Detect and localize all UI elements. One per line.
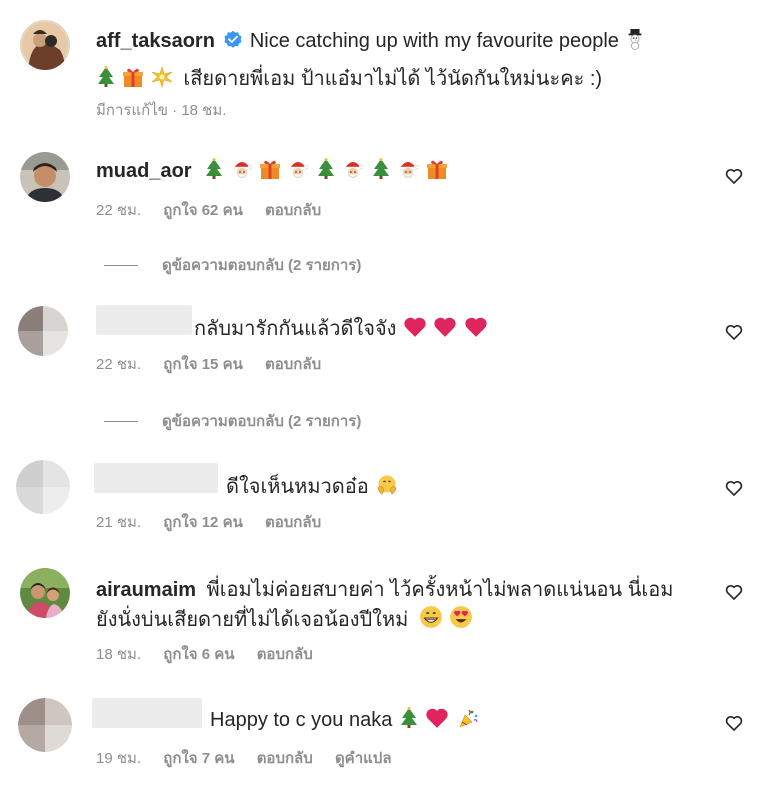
comment-time: 18 ชม. [96,646,142,663]
comment-text: Happy to c you naka [210,709,393,731]
comment-time: 22 ชม. [96,356,142,373]
comment-text-line2: ยังนั่งบ่นเสียดายที่ไม่ได้เจอน้องปีใหม่ [96,609,409,631]
comment-meta: 22 ชม. ถูกใจ 15 คน ตอบกลับ [96,352,339,376]
comment-avatar[interactable] [18,698,72,752]
red-heart-emoji-icon [433,316,457,338]
red-heart-emoji-icon [464,316,488,338]
caption-meta: มีการแก้ไข · 18 ชม. [96,102,227,119]
tree-emoji-icon [399,707,419,729]
comment-avatar[interactable] [18,306,68,356]
caption-username[interactable]: aff_taksaorn [96,30,215,52]
heart-outline-icon[interactable] [724,582,744,602]
heart-outline-icon[interactable] [724,166,744,186]
view-replies-label: ดูข้อความตอบกลับ (2 รายการ) [162,413,362,430]
santa-emoji-icon [397,158,419,180]
tree-emoji-icon [204,158,224,180]
heart-outline-icon[interactable] [724,478,744,498]
caption-avatar[interactable] [20,20,70,70]
hugging-face-emoji-icon [375,474,399,496]
gift-emoji-icon [122,66,144,88]
translate-button[interactable]: ดูคำแปล [335,750,392,767]
comment-text-line1: พี่เอมไม่ค่อยสบายค่า ไว้ครั้งหน้าไม่พลาด… [206,579,674,601]
reply-button[interactable]: ตอบกลับ [265,202,321,219]
blurred-username [94,463,218,493]
gift-emoji-icon [426,158,448,180]
reply-button[interactable]: ตอบกลับ [257,750,313,767]
verified-badge-icon [223,30,243,55]
comment-avatar[interactable] [16,460,70,514]
comment-meta: 21 ชม. ถูกใจ 12 คน ตอบกลับ [96,510,339,534]
grinning-face-emoji-icon [419,605,443,629]
comment-meta: 18 ชม. ถูกใจ 6 คน ตอบกลับ [96,642,331,666]
reply-button[interactable]: ตอบกลับ [265,514,321,531]
comment-likes[interactable]: ถูกใจ 6 คน [163,646,234,663]
comment-meta: 19 ชม. ถูกใจ 7 คน ตอบกลับ ดูคำแปล [96,746,410,770]
comment-meta: 22 ชม. ถูกใจ 62 คน ตอบกลับ [96,198,339,222]
heart-eyes-emoji-icon [449,605,473,629]
comment-avatar[interactable] [20,152,70,202]
tree-emoji-icon [96,66,116,88]
party-popper-emoji-icon [456,707,480,729]
caption-text-line2: เสียดายพี่เอม ป้าแอ๋มาไม่ได้ ไว้นัดกันให… [183,68,603,90]
reply-button[interactable]: ตอบกลับ [265,356,321,373]
comment-time: 22 ชม. [96,202,142,219]
comment-likes[interactable]: ถูกใจ 15 คน [163,356,243,373]
heart-outline-icon[interactable] [724,322,744,342]
comment-time: 19 ชม. [96,750,142,767]
santa-emoji-icon [231,158,253,180]
tree-emoji-icon [316,158,336,180]
comment-username[interactable]: airaumaim [96,579,196,601]
comment-likes[interactable]: ถูกใจ 7 คน [163,750,234,767]
comment-text: ดีใจเห็นหมวดอ๋อ [226,476,369,498]
view-replies-button[interactable]: ดูข้อความตอบกลับ (2 รายการ) [104,253,361,277]
red-heart-emoji-icon [403,316,427,338]
snowman-emoji-icon [625,28,645,50]
blurred-username [96,305,192,335]
comment-likes[interactable]: ถูกใจ 12 คน [163,514,243,531]
santa-emoji-icon [287,158,309,180]
gift-emoji-icon [259,158,281,180]
tree-emoji-icon [371,158,391,180]
santa-emoji-icon [342,158,364,180]
divider-line [104,420,138,422]
view-replies-label: ดูข้อความตอบกลับ (2 รายการ) [162,257,362,274]
blurred-username [92,698,202,728]
comment-time: 21 ชม. [96,514,142,531]
sparkle-emoji-icon [151,66,173,88]
comment-likes[interactable]: ถูกใจ 62 คน [163,202,243,219]
red-heart-emoji-icon [425,707,449,729]
view-replies-button[interactable]: ดูข้อความตอบกลับ (2 รายการ) [104,409,361,433]
comment-avatar[interactable] [20,568,70,618]
caption-text-line1: Nice catching up with my favourite peopl… [249,30,619,52]
comment-text: กลับมารักกันแล้วดีใจจัง [194,318,397,340]
comment-username[interactable]: muad_aor [96,160,192,182]
heart-outline-icon[interactable] [724,713,744,733]
reply-button[interactable]: ตอบกลับ [257,646,313,663]
divider-line [104,264,138,266]
